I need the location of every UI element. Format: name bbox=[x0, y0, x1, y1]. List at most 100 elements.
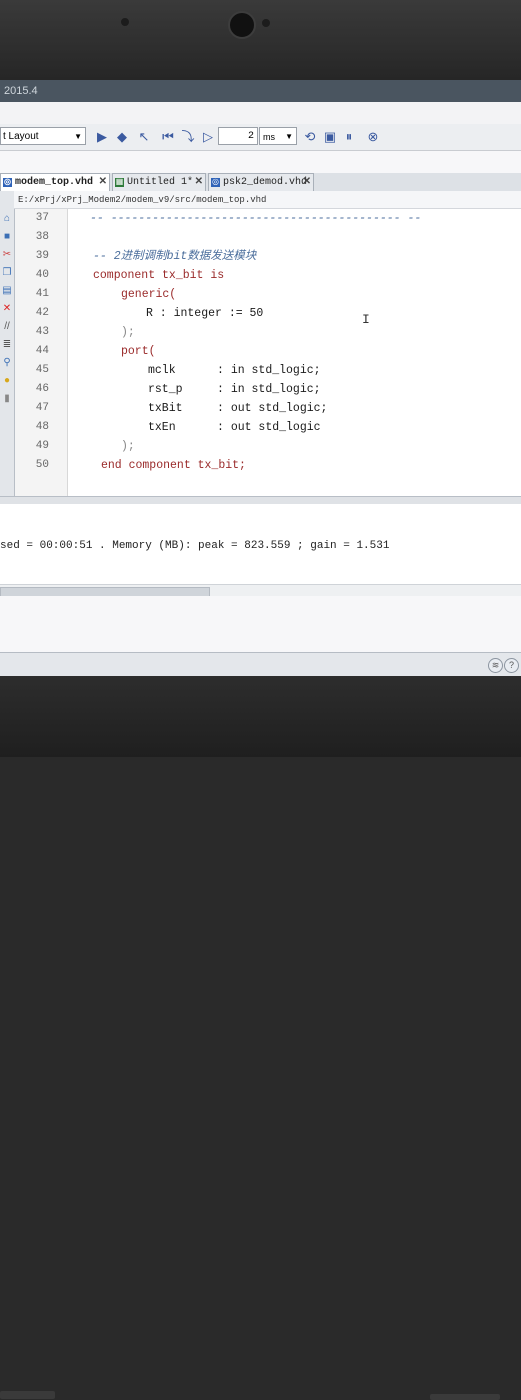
code-text: end component tx_bit; bbox=[101, 459, 246, 472]
break-icon[interactable]: ▣ bbox=[322, 129, 338, 145]
line-number: 41 bbox=[35, 288, 49, 300]
trash-icon[interactable]: ▮ bbox=[1, 393, 13, 405]
code-text: mclk : in std_logic; bbox=[148, 364, 321, 377]
line-number: 49 bbox=[35, 440, 49, 452]
code-line: 37 -- -----------------------------------… bbox=[15, 209, 521, 228]
code-text: rst_p : in std_logic; bbox=[148, 383, 321, 396]
home-icon[interactable]: ⌂ bbox=[1, 213, 13, 225]
toolbar: t Layout ▼ ▶ ◆ ↖ ⏮ ⤵ ▷ 2 ms ▼ ⟲ ▣ ⏸ ⊗ bbox=[0, 124, 521, 151]
find-icon[interactable]: ⚲ bbox=[1, 357, 13, 369]
laptop-bezel-top bbox=[0, 0, 521, 80]
line-number: 48 bbox=[35, 421, 49, 433]
line-number: 38 bbox=[35, 231, 49, 243]
chevron-down-icon: ▼ bbox=[285, 132, 293, 141]
layout-select[interactable]: t Layout ▼ bbox=[0, 127, 86, 145]
restart-icon[interactable]: ⏮ bbox=[160, 129, 176, 145]
line-number: 50 bbox=[35, 459, 49, 471]
tcl-console: sed = 00:00:51 . Memory (MB): peak = 823… bbox=[0, 504, 521, 584]
tab-psk2-demod[interactable]: ◎ psk2_demod.vhd ✕ bbox=[208, 173, 314, 191]
hinge bbox=[430, 1394, 500, 1400]
waveform-icon: ▦ bbox=[115, 178, 124, 187]
webcam-icon bbox=[228, 11, 256, 39]
help-icon[interactable]: ? bbox=[504, 658, 519, 673]
code-text: -- 2进制调制bit数据发送模块 bbox=[93, 250, 257, 263]
help-icon[interactable]: ⊗ bbox=[365, 129, 381, 145]
save-icon[interactable]: ■ bbox=[1, 231, 13, 243]
notification-icon[interactable]: ≋ bbox=[488, 658, 503, 673]
code-text: ); bbox=[121, 326, 135, 339]
line-number: 37 bbox=[35, 212, 49, 224]
file-path: E:/xPrj/xPrj_Modem2/modem_v9/src/modem_t… bbox=[14, 191, 521, 209]
run-all-icon[interactable]: ▶ bbox=[94, 129, 110, 145]
code-text: component tx_bit is bbox=[93, 269, 225, 282]
relaunch-icon[interactable]: ⟲ bbox=[302, 129, 318, 145]
tab-modem-top[interactable]: ◎ modem_top.vhd ✕ bbox=[0, 173, 110, 191]
run-time-icon[interactable]: ▷ bbox=[200, 129, 216, 145]
code-text: -- -------------------------------------… bbox=[90, 212, 422, 225]
code-line: 45 mclk : in std_logic; bbox=[15, 361, 521, 380]
code-line: 48 txEn : out std_logic bbox=[15, 418, 521, 437]
chevron-down-icon: ▼ bbox=[74, 132, 82, 141]
code-line: 41 generic( bbox=[15, 285, 521, 304]
code-line: 46 rst_p : in std_logic; bbox=[15, 380, 521, 399]
line-number: 40 bbox=[35, 269, 49, 281]
close-icon[interactable]: ✕ bbox=[195, 174, 203, 192]
code-line: 42 R : integer := 50 bbox=[15, 304, 521, 323]
close-icon[interactable]: ✕ bbox=[303, 174, 311, 192]
line-number: 42 bbox=[35, 307, 49, 319]
code-text: ); bbox=[121, 440, 135, 453]
line-number: 39 bbox=[35, 250, 49, 262]
code-line: 43); bbox=[15, 323, 521, 342]
code-line: 47 txBit : out std_logic; bbox=[15, 399, 521, 418]
code-text: txEn : out std_logic bbox=[148, 421, 321, 434]
line-number: 45 bbox=[35, 364, 49, 376]
code-text: port( bbox=[121, 345, 156, 358]
run-for-icon[interactable]: ◆ bbox=[114, 129, 130, 145]
sensor-icon bbox=[262, 19, 270, 27]
run-length-unit-select[interactable]: ms ▼ bbox=[259, 127, 297, 145]
hinge bbox=[0, 1391, 55, 1399]
line-number: 44 bbox=[35, 345, 49, 357]
code-line: 40 component tx_bit is bbox=[15, 266, 521, 285]
editor-tabbar: ◎ modem_top.vhd ✕ ▦ Untitled 1* ✕ ◎ psk2… bbox=[0, 173, 521, 192]
step-icon[interactable]: ⤵ bbox=[180, 129, 196, 145]
code-line: 50 end component tx_bit; bbox=[15, 456, 521, 475]
code-text: txBit : out std_logic; bbox=[148, 402, 328, 415]
bulb-icon[interactable]: ● bbox=[1, 375, 13, 387]
close-icon[interactable]: ✕ bbox=[99, 174, 107, 192]
list-icon[interactable]: ≣ bbox=[1, 339, 13, 351]
cut-icon[interactable]: ✂ bbox=[1, 249, 13, 261]
code-line: 39 -- 2进制调制bit数据发送模块 bbox=[15, 247, 521, 266]
vhdl-file-icon: ◎ bbox=[3, 178, 12, 187]
code-line: 44 port( bbox=[15, 342, 521, 361]
window-title: 2015.4 bbox=[4, 85, 38, 97]
line-number: 43 bbox=[35, 326, 49, 338]
sensor-icon bbox=[121, 18, 129, 26]
status-bar: ≋ ? bbox=[0, 652, 521, 676]
laptop-bezel-bottom bbox=[0, 676, 521, 1400]
window-titlebar: 2015.4 bbox=[0, 80, 521, 102]
code-text: generic( bbox=[121, 288, 177, 301]
paste-icon[interactable]: ▤ bbox=[1, 285, 13, 297]
line-number: 47 bbox=[35, 402, 49, 414]
code-line: 38 bbox=[15, 228, 521, 247]
editor-side-toolbar: ⌂ ■ ✂ ❐ ▤ ✕ // ≣ ⚲ ● ▮ bbox=[0, 191, 15, 496]
console-input-area[interactable] bbox=[0, 596, 521, 652]
menubar bbox=[0, 102, 521, 124]
text-cursor-icon: I bbox=[362, 312, 370, 327]
console-output: sed = 00:00:51 . Memory (MB): peak = 823… bbox=[0, 540, 390, 552]
tab-untitled[interactable]: ▦ Untitled 1* ✕ bbox=[112, 173, 206, 191]
vhdl-file-icon: ◎ bbox=[211, 178, 220, 187]
run-length-input[interactable]: 2 bbox=[218, 127, 258, 145]
code-editor[interactable]: 37 -- -----------------------------------… bbox=[15, 209, 521, 496]
pointer-icon[interactable]: ↖ bbox=[136, 129, 152, 145]
comment-icon[interactable]: // bbox=[1, 321, 13, 333]
code-line: 49); bbox=[15, 437, 521, 456]
delete-icon[interactable]: ✕ bbox=[1, 303, 13, 315]
code-text: R : integer := 50 bbox=[146, 307, 264, 320]
pause-icon[interactable]: ⏸ bbox=[341, 129, 357, 145]
screen: 2015.4 t Layout ▼ ▶ ◆ ↖ ⏮ ⤵ ▷ 2 ms ▼ ⟲ ▣ ⏸… bbox=[0, 80, 521, 676]
panel-gap bbox=[0, 151, 521, 173]
copy-icon[interactable]: ❐ bbox=[1, 267, 13, 279]
line-number: 46 bbox=[35, 383, 49, 395]
